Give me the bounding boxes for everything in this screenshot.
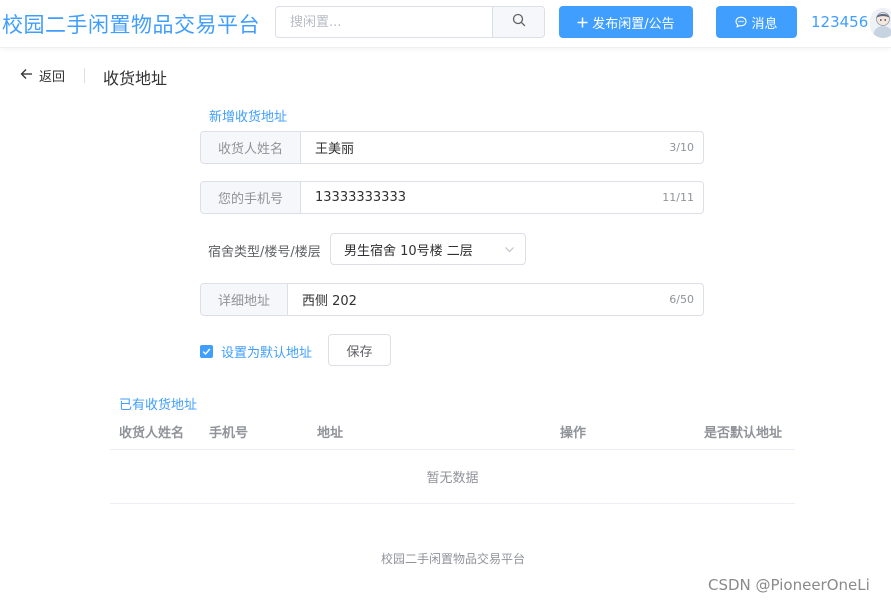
back-label: 返回 — [39, 70, 66, 85]
phone-label: 您的手机号 — [201, 182, 301, 213]
detail-address-input[interactable] — [288, 284, 670, 315]
column-header-phone: 手机号 — [209, 426, 249, 441]
watermark: CSDN @PioneerOneLi — [708, 576, 870, 594]
dorm-select[interactable]: 男生宿舍 10号楼 二层 — [330, 233, 526, 265]
detail-address-field: 详细地址 6/50 — [200, 283, 704, 316]
dorm-label: 宿舍类型/楼号/楼层 — [208, 245, 321, 260]
arrow-left-icon — [20, 68, 39, 84]
chevron-down-icon — [504, 244, 515, 259]
dorm-select-value: 男生宿舍 10号楼 二层 — [344, 243, 473, 259]
page-title: 收货地址 — [103, 69, 168, 88]
chat-icon — [735, 16, 748, 28]
publish-button-label: 发布闲置/公告 — [592, 16, 675, 32]
column-header-actions: 操作 — [560, 426, 587, 441]
default-address-label: 设置为默认地址 — [221, 346, 313, 361]
page-header: 返回 收货地址 — [0, 58, 891, 94]
receiver-name-input[interactable] — [301, 132, 670, 163]
existing-address-title: 已有收货地址 — [119, 398, 198, 413]
check-icon — [200, 345, 213, 358]
address-table: 收货人姓名 手机号 地址 操作 是否默认地址 暂无数据 — [110, 412, 795, 504]
default-address-checkbox[interactable]: 设置为默认地址 — [200, 342, 312, 361]
phone-input[interactable] — [301, 182, 663, 213]
search-icon — [512, 13, 526, 31]
header-divider — [84, 68, 85, 83]
detail-address-count: 6/50 — [669, 293, 694, 306]
receiver-name-field: 收货人姓名 3/10 — [200, 131, 704, 164]
table-empty-state: 暂无数据 — [110, 450, 795, 504]
column-header-default: 是否默认地址 — [704, 426, 783, 441]
search-input[interactable] — [276, 7, 492, 37]
detail-address-label: 详细地址 — [201, 284, 288, 315]
message-button[interactable]: 消息 — [716, 6, 797, 38]
search-box — [275, 6, 545, 38]
top-navbar: 校园二手闲置物品交易平台 发布闲置/公告 — [0, 0, 891, 48]
plus-icon — [577, 17, 588, 28]
publish-button[interactable]: 发布闲置/公告 — [559, 6, 693, 38]
message-button-label: 消息 — [751, 16, 778, 32]
phone-count: 11/11 — [662, 191, 694, 204]
username[interactable]: 123456 — [811, 13, 868, 31]
column-header-receiver: 收货人姓名 — [119, 426, 185, 441]
new-address-title: 新增收货地址 — [209, 110, 288, 125]
footer-text: 校园二手闲置物品交易平台 — [380, 552, 525, 566]
receiver-name-label: 收货人姓名 — [201, 132, 301, 163]
app-title[interactable]: 校园二手闲置物品交易平台 — [2, 9, 260, 39]
search-button[interactable] — [492, 7, 544, 37]
back-button[interactable]: 返回 — [20, 66, 65, 85]
receiver-name-count: 3/10 — [669, 141, 694, 154]
save-button[interactable]: 保存 — [328, 334, 391, 366]
table-header: 收货人姓名 手机号 地址 操作 是否默认地址 — [110, 412, 795, 450]
avatar[interactable] — [870, 8, 891, 38]
phone-field: 您的手机号 11/11 — [200, 181, 704, 214]
column-header-address: 地址 — [317, 426, 344, 441]
